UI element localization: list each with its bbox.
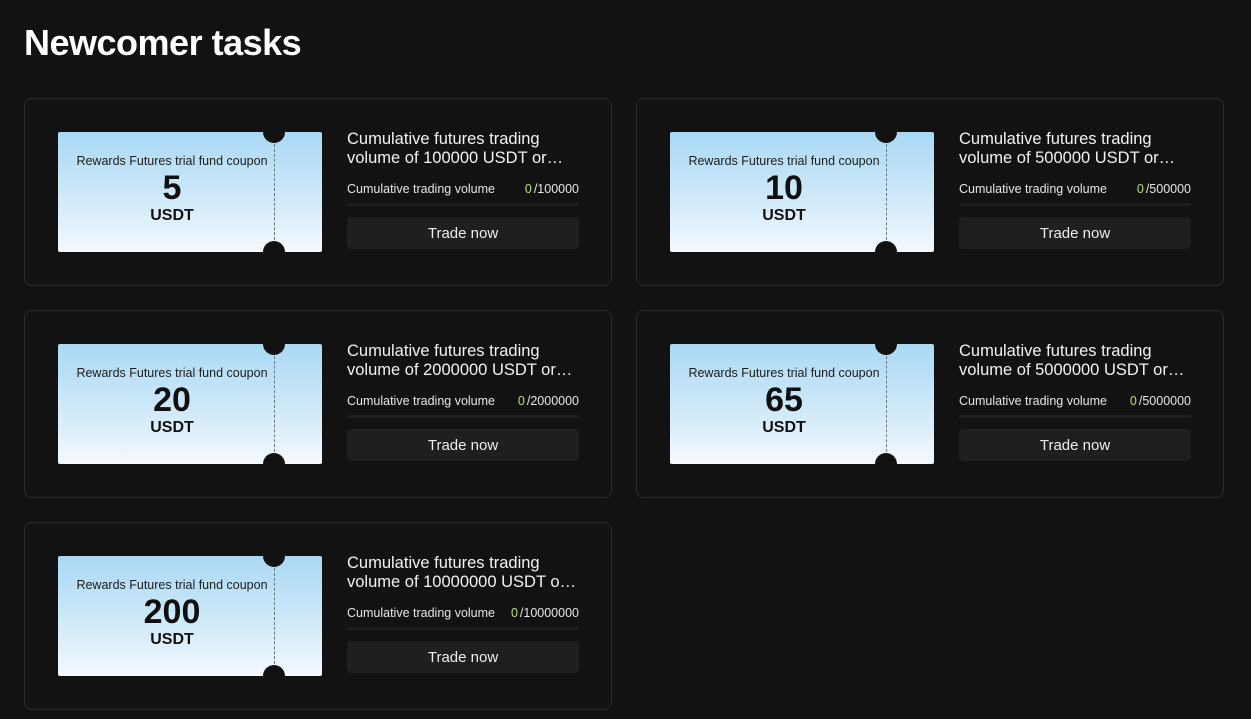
coupon-label: Rewards Futures trial fund coupon (688, 366, 880, 380)
task-info: Cumulative futures trading volume of 500… (959, 342, 1191, 461)
coupon-unit: USDT (150, 207, 194, 224)
progress-label: Cumulative trading volume (347, 606, 495, 620)
progress-target: /2000000 (526, 394, 579, 408)
coupon-unit: USDT (762, 419, 806, 436)
task-title: Cumulative futures trading volume of 100… (347, 130, 547, 167)
task-title: Cumulative futures trading volume of 100… (347, 554, 565, 591)
coupon-amount: 5 (162, 169, 182, 207)
task-title: Cumulative futures trading volume of 500… (959, 130, 1159, 167)
coupon-amount: 20 (153, 381, 191, 419)
coupon-body: Rewards Futures trial fund coupon 200 US… (58, 556, 286, 676)
progress-label: Cumulative trading volume (959, 182, 1107, 196)
task-info: Cumulative futures trading volume of 500… (959, 130, 1191, 249)
coupon-label: Rewards Futures trial fund coupon (76, 366, 268, 380)
progress-row: Cumulative trading volume 0/500000 (959, 182, 1191, 196)
coupon-amount: 200 (143, 593, 201, 631)
progress-value: 0/5000000 (1130, 394, 1191, 408)
trade-now-button[interactable]: Trade now (959, 429, 1191, 461)
progress-value: 0/500000 (1137, 182, 1191, 196)
trade-now-button[interactable]: Trade now (959, 217, 1191, 249)
coupon-body: Rewards Futures trial fund coupon 5 USDT (58, 132, 286, 252)
task-card: Rewards Futures trial fund coupon 5 USDT… (24, 98, 612, 286)
coupon-label: Rewards Futures trial fund coupon (688, 154, 880, 168)
coupon-unit: USDT (150, 419, 194, 436)
coupon: Rewards Futures trial fund coupon 20 USD… (58, 344, 322, 464)
progress-value: 0/2000000 (518, 394, 579, 408)
progress-value: 0/100000 (525, 182, 579, 196)
progress-row: Cumulative trading volume 0/2000000 (347, 394, 579, 408)
coupon-body: Rewards Futures trial fund coupon 20 USD… (58, 344, 286, 464)
progress-target: /100000 (533, 182, 579, 196)
trade-now-button[interactable]: Trade now (347, 641, 579, 673)
progress-value: 0/10000000 (511, 606, 579, 620)
progress-bar (347, 627, 579, 630)
progress-current: 0 (517, 394, 525, 408)
task-title: Cumulative futures trading volume of 200… (347, 342, 556, 379)
task-card: Rewards Futures trial fund coupon 65 USD… (636, 310, 1224, 498)
progress-bar (959, 203, 1191, 206)
progress-current: 0 (1136, 182, 1144, 196)
progress-row: Cumulative trading volume 0/10000000 (347, 606, 579, 620)
task-info: Cumulative futures trading volume of 200… (347, 342, 579, 461)
progress-target: /10000000 (519, 606, 579, 620)
coupon-unit: USDT (762, 207, 806, 224)
coupon: Rewards Futures trial fund coupon 10 USD… (670, 132, 934, 252)
progress-bar (347, 415, 579, 418)
progress-row: Cumulative trading volume 0/100000 (347, 182, 579, 196)
progress-label: Cumulative trading volume (347, 394, 495, 408)
trade-now-button[interactable]: Trade now (347, 429, 579, 461)
progress-label: Cumulative trading volume (347, 182, 495, 196)
progress-bar (347, 203, 579, 206)
coupon: Rewards Futures trial fund coupon 5 USDT (58, 132, 322, 252)
progress-target: /500000 (1145, 182, 1191, 196)
progress-current: 0 (524, 182, 532, 196)
task-info: Cumulative futures trading volume of 100… (347, 554, 579, 673)
coupon-amount: 65 (765, 381, 803, 419)
coupon: Rewards Futures trial fund coupon 65 USD… (670, 344, 934, 464)
task-grid: Rewards Futures trial fund coupon 5 USDT… (24, 98, 1224, 710)
progress-current: 0 (1129, 394, 1137, 408)
page-title: Newcomer tasks (24, 22, 302, 63)
task-title: Cumulative futures trading volume of 500… (959, 342, 1168, 379)
coupon-amount: 10 (765, 169, 803, 207)
coupon-label: Rewards Futures trial fund coupon (76, 578, 268, 592)
task-card: Rewards Futures trial fund coupon 20 USD… (24, 310, 612, 498)
coupon-unit: USDT (150, 631, 194, 648)
progress-row: Cumulative trading volume 0/5000000 (959, 394, 1191, 408)
task-info: Cumulative futures trading volume of 100… (347, 130, 579, 249)
progress-label: Cumulative trading volume (959, 394, 1107, 408)
page: Newcomer tasks Rewards Futures trial fun… (0, 0, 1251, 719)
coupon: Rewards Futures trial fund coupon 200 US… (58, 556, 322, 676)
progress-bar (959, 415, 1191, 418)
coupon-body: Rewards Futures trial fund coupon 65 USD… (670, 344, 898, 464)
task-card: Rewards Futures trial fund coupon 200 US… (24, 522, 612, 710)
progress-current: 0 (510, 606, 518, 620)
progress-target: /5000000 (1138, 394, 1191, 408)
trade-now-button[interactable]: Trade now (347, 217, 579, 249)
coupon-label: Rewards Futures trial fund coupon (76, 154, 268, 168)
task-card: Rewards Futures trial fund coupon 10 USD… (636, 98, 1224, 286)
coupon-body: Rewards Futures trial fund coupon 10 USD… (670, 132, 898, 252)
